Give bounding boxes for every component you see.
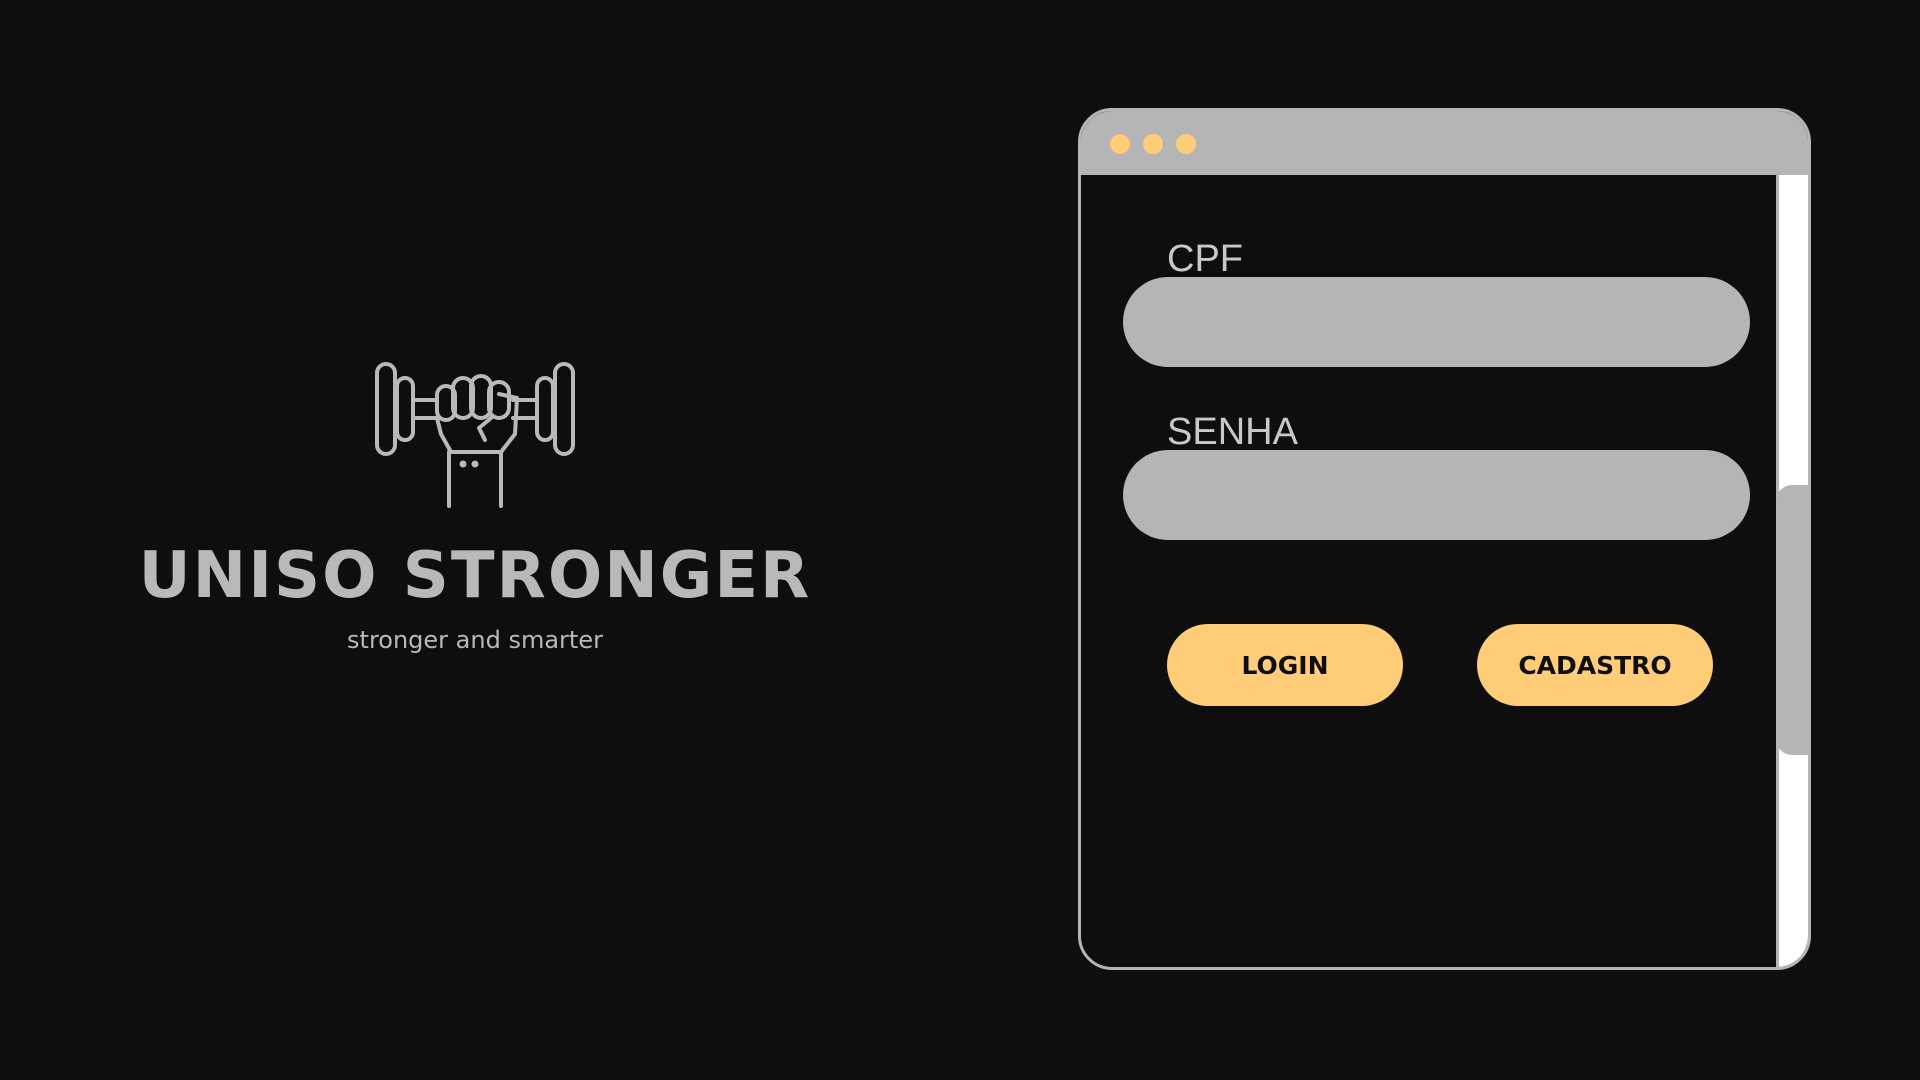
senha-label: SENHA bbox=[1167, 411, 1298, 453]
scrollbar-track[interactable] bbox=[1776, 175, 1808, 967]
window-dot-close[interactable] bbox=[1110, 134, 1130, 154]
window-dot-maximize[interactable] bbox=[1176, 134, 1196, 154]
scrollbar-thumb[interactable] bbox=[1776, 485, 1808, 755]
window-titlebar bbox=[1081, 111, 1808, 175]
cpf-input[interactable] bbox=[1123, 277, 1750, 367]
cpf-label: CPF bbox=[1167, 238, 1243, 280]
senha-input[interactable] bbox=[1123, 450, 1750, 540]
fist-dumbbell-icon bbox=[375, 362, 575, 508]
window-dot-minimize[interactable] bbox=[1143, 134, 1163, 154]
login-button[interactable]: LOGIN bbox=[1167, 624, 1403, 706]
login-window: CPF SENHA LOGIN CADASTRO bbox=[1078, 108, 1811, 970]
brand-block: UNISO STRONGER stronger and smarter bbox=[120, 360, 830, 654]
cadastro-button[interactable]: CADASTRO bbox=[1477, 624, 1713, 706]
brand-title: UNISO STRONGER bbox=[138, 539, 812, 613]
brand-subtitle: stronger and smarter bbox=[347, 626, 603, 654]
